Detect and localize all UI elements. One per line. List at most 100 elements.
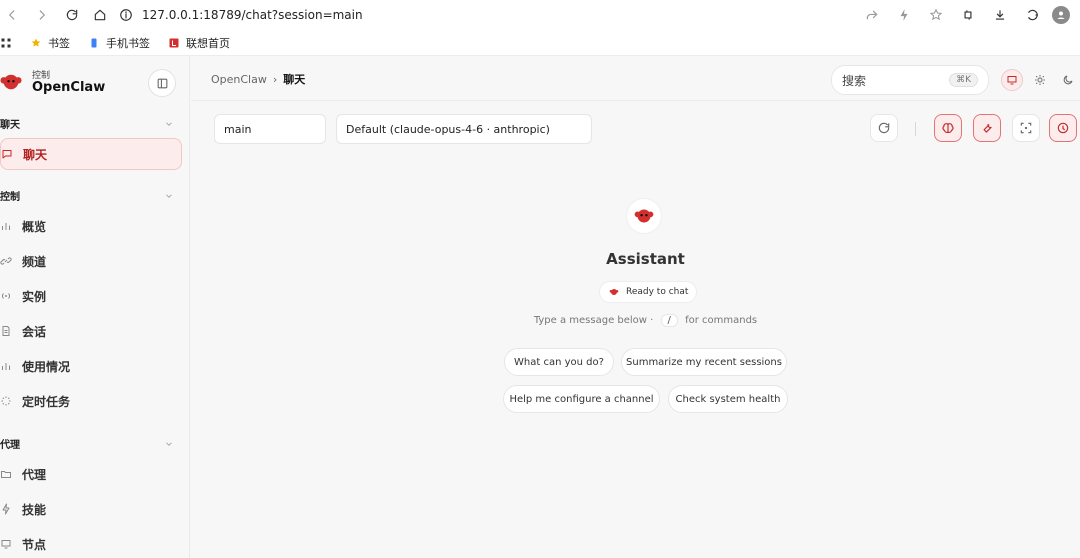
loader-icon bbox=[0, 395, 12, 407]
header-divider bbox=[191, 100, 1080, 101]
sidebar-item-overview[interactable]: 概览 bbox=[0, 210, 182, 242]
sidebar-item-label: 定时任务 bbox=[22, 394, 71, 409]
mobile-bookmark-icon bbox=[91, 38, 97, 47]
sidebar-item-channels[interactable]: 频道 bbox=[0, 245, 182, 277]
brain-icon bbox=[942, 123, 954, 133]
theme-light-button[interactable] bbox=[1029, 69, 1051, 91]
composer-hint: Type a message below · / for commands bbox=[191, 314, 1080, 327]
toolbar-divider bbox=[915, 122, 916, 136]
suggestion-chip[interactable]: Check system health bbox=[668, 385, 788, 413]
wrench-icon bbox=[983, 123, 992, 133]
model-selector[interactable]: Default (claude-opus-4-6 · anthropic) bbox=[336, 114, 592, 144]
openclaw-logo-icon bbox=[609, 289, 619, 295]
search-placeholder: 搜索 bbox=[842, 73, 867, 88]
suggestion-chip[interactable]: What can you do? bbox=[504, 348, 614, 376]
star-bookmark-icon bbox=[31, 38, 41, 47]
sidebar-item-label: 代理 bbox=[22, 467, 47, 482]
reload-button[interactable] bbox=[60, 3, 84, 27]
section-agents[interactable]: 代理 bbox=[0, 436, 180, 451]
sidebar-item-instances[interactable]: 实例 bbox=[0, 280, 182, 312]
download-icon[interactable] bbox=[988, 3, 1012, 27]
openclaw-logo-icon bbox=[0, 74, 22, 89]
browser-toolbar: 127.0.0.1:18789/chat?session=main bbox=[0, 0, 1080, 30]
history-dropdown-icon[interactable] bbox=[1020, 3, 1044, 27]
site-info-icon[interactable] bbox=[118, 7, 134, 23]
folder-icon bbox=[0, 468, 12, 480]
profile-avatar[interactable] bbox=[1052, 6, 1070, 24]
sidebar-item-usage[interactable]: 使用情况 bbox=[0, 350, 182, 382]
forward-icon bbox=[39, 10, 45, 20]
lenovo-icon bbox=[169, 38, 179, 47]
extensions-icon[interactable] bbox=[956, 3, 980, 27]
sidebar-item-label: 技能 bbox=[22, 502, 47, 517]
bar-chart-icon bbox=[0, 360, 12, 372]
section-chat[interactable]: 聊天 bbox=[0, 116, 180, 131]
tools-button[interactable] bbox=[973, 114, 1001, 142]
message-icon bbox=[1, 148, 13, 160]
chevron-down-icon bbox=[166, 193, 172, 198]
back-button[interactable] bbox=[0, 3, 24, 27]
sidebar-item-agents[interactable]: 代理 bbox=[0, 458, 182, 490]
theme-system-button[interactable] bbox=[1001, 69, 1023, 91]
command-key: / bbox=[660, 314, 678, 327]
moon-icon bbox=[1063, 75, 1073, 85]
hint-before: Type a message below · bbox=[533, 315, 654, 326]
sidebar-item-label: 节点 bbox=[22, 537, 47, 552]
sidebar-item-label: 聊天 bbox=[23, 147, 48, 162]
status-text: Ready to chat bbox=[626, 287, 689, 297]
sidebar-collapse-button[interactable] bbox=[148, 69, 176, 97]
home-button[interactable] bbox=[88, 3, 112, 27]
search-box[interactable]: 搜索 ⌘K bbox=[831, 65, 989, 95]
chevron-down-icon bbox=[166, 441, 172, 446]
breadcrumb-root[interactable]: OpenClaw bbox=[211, 73, 267, 86]
home-icon bbox=[94, 9, 106, 21]
suggestion-chip[interactable]: Summarize my recent sessions bbox=[621, 348, 787, 376]
brand[interactable]: 控制 OpenClaw bbox=[0, 68, 105, 95]
section-control[interactable]: 控制 bbox=[0, 188, 180, 203]
brand-text: 控制 OpenClaw bbox=[32, 68, 105, 95]
bar-chart-icon bbox=[0, 220, 12, 232]
sidebar-item-sessions[interactable]: 会话 bbox=[0, 315, 182, 347]
sidebar-toggle-icon bbox=[157, 78, 167, 88]
brain-button[interactable] bbox=[934, 114, 962, 142]
star-icon[interactable] bbox=[924, 3, 948, 27]
sidebar-item-nodes[interactable]: 节点 bbox=[0, 528, 182, 558]
refresh-button[interactable] bbox=[870, 114, 898, 142]
sidebar-item-skills[interactable]: 技能 bbox=[0, 493, 182, 525]
search-shortcut: ⌘K bbox=[949, 73, 978, 87]
sidebar-item-label: 使用情况 bbox=[22, 359, 71, 374]
section-title: 控制 bbox=[0, 192, 20, 203]
link-icon bbox=[0, 255, 12, 267]
sidebar-item-scheduled[interactable]: 定时任务 bbox=[0, 385, 182, 417]
breadcrumb-separator: › bbox=[272, 72, 278, 86]
main-content: OpenClaw › 聊天 搜索 ⌘K main Default (claude… bbox=[191, 56, 1080, 558]
openclaw-logo-icon bbox=[634, 209, 654, 223]
history-button[interactable] bbox=[1049, 114, 1077, 142]
assistant-avatar bbox=[626, 198, 662, 234]
chevron-down-icon bbox=[166, 121, 172, 126]
suggestion-chip[interactable]: Help me configure a channel bbox=[503, 385, 660, 413]
bookmark-item[interactable]: 书签 bbox=[30, 35, 70, 51]
broadcast-icon bbox=[0, 290, 12, 302]
status-badge: Ready to chat bbox=[599, 281, 698, 303]
session-selector[interactable]: main bbox=[214, 114, 326, 144]
brand-title: OpenClaw bbox=[32, 80, 106, 95]
section-title: 代理 bbox=[0, 440, 20, 451]
bookmark-item[interactable]: 联想首页 bbox=[168, 35, 230, 51]
focus-button[interactable] bbox=[1012, 114, 1040, 142]
theme-dark-button[interactable] bbox=[1057, 69, 1079, 91]
url-text[interactable]: 127.0.0.1:18789/chat?session=main bbox=[142, 8, 363, 22]
profile-icon bbox=[1057, 11, 1065, 19]
bookmark-item[interactable]: 手机书签 bbox=[88, 35, 150, 51]
forward-button[interactable] bbox=[30, 3, 54, 27]
reload-icon bbox=[66, 9, 78, 21]
share-icon[interactable] bbox=[860, 3, 884, 27]
flash-icon[interactable] bbox=[892, 3, 916, 27]
clock-icon bbox=[1057, 122, 1069, 134]
browser-actions bbox=[860, 3, 1070, 27]
sidebar-item-label: 频道 bbox=[22, 254, 47, 269]
apps-icon[interactable] bbox=[0, 37, 12, 49]
monitor-icon bbox=[1007, 76, 1017, 85]
sidebar-item-chat[interactable]: 聊天 bbox=[0, 138, 182, 170]
back-icon bbox=[9, 10, 15, 20]
